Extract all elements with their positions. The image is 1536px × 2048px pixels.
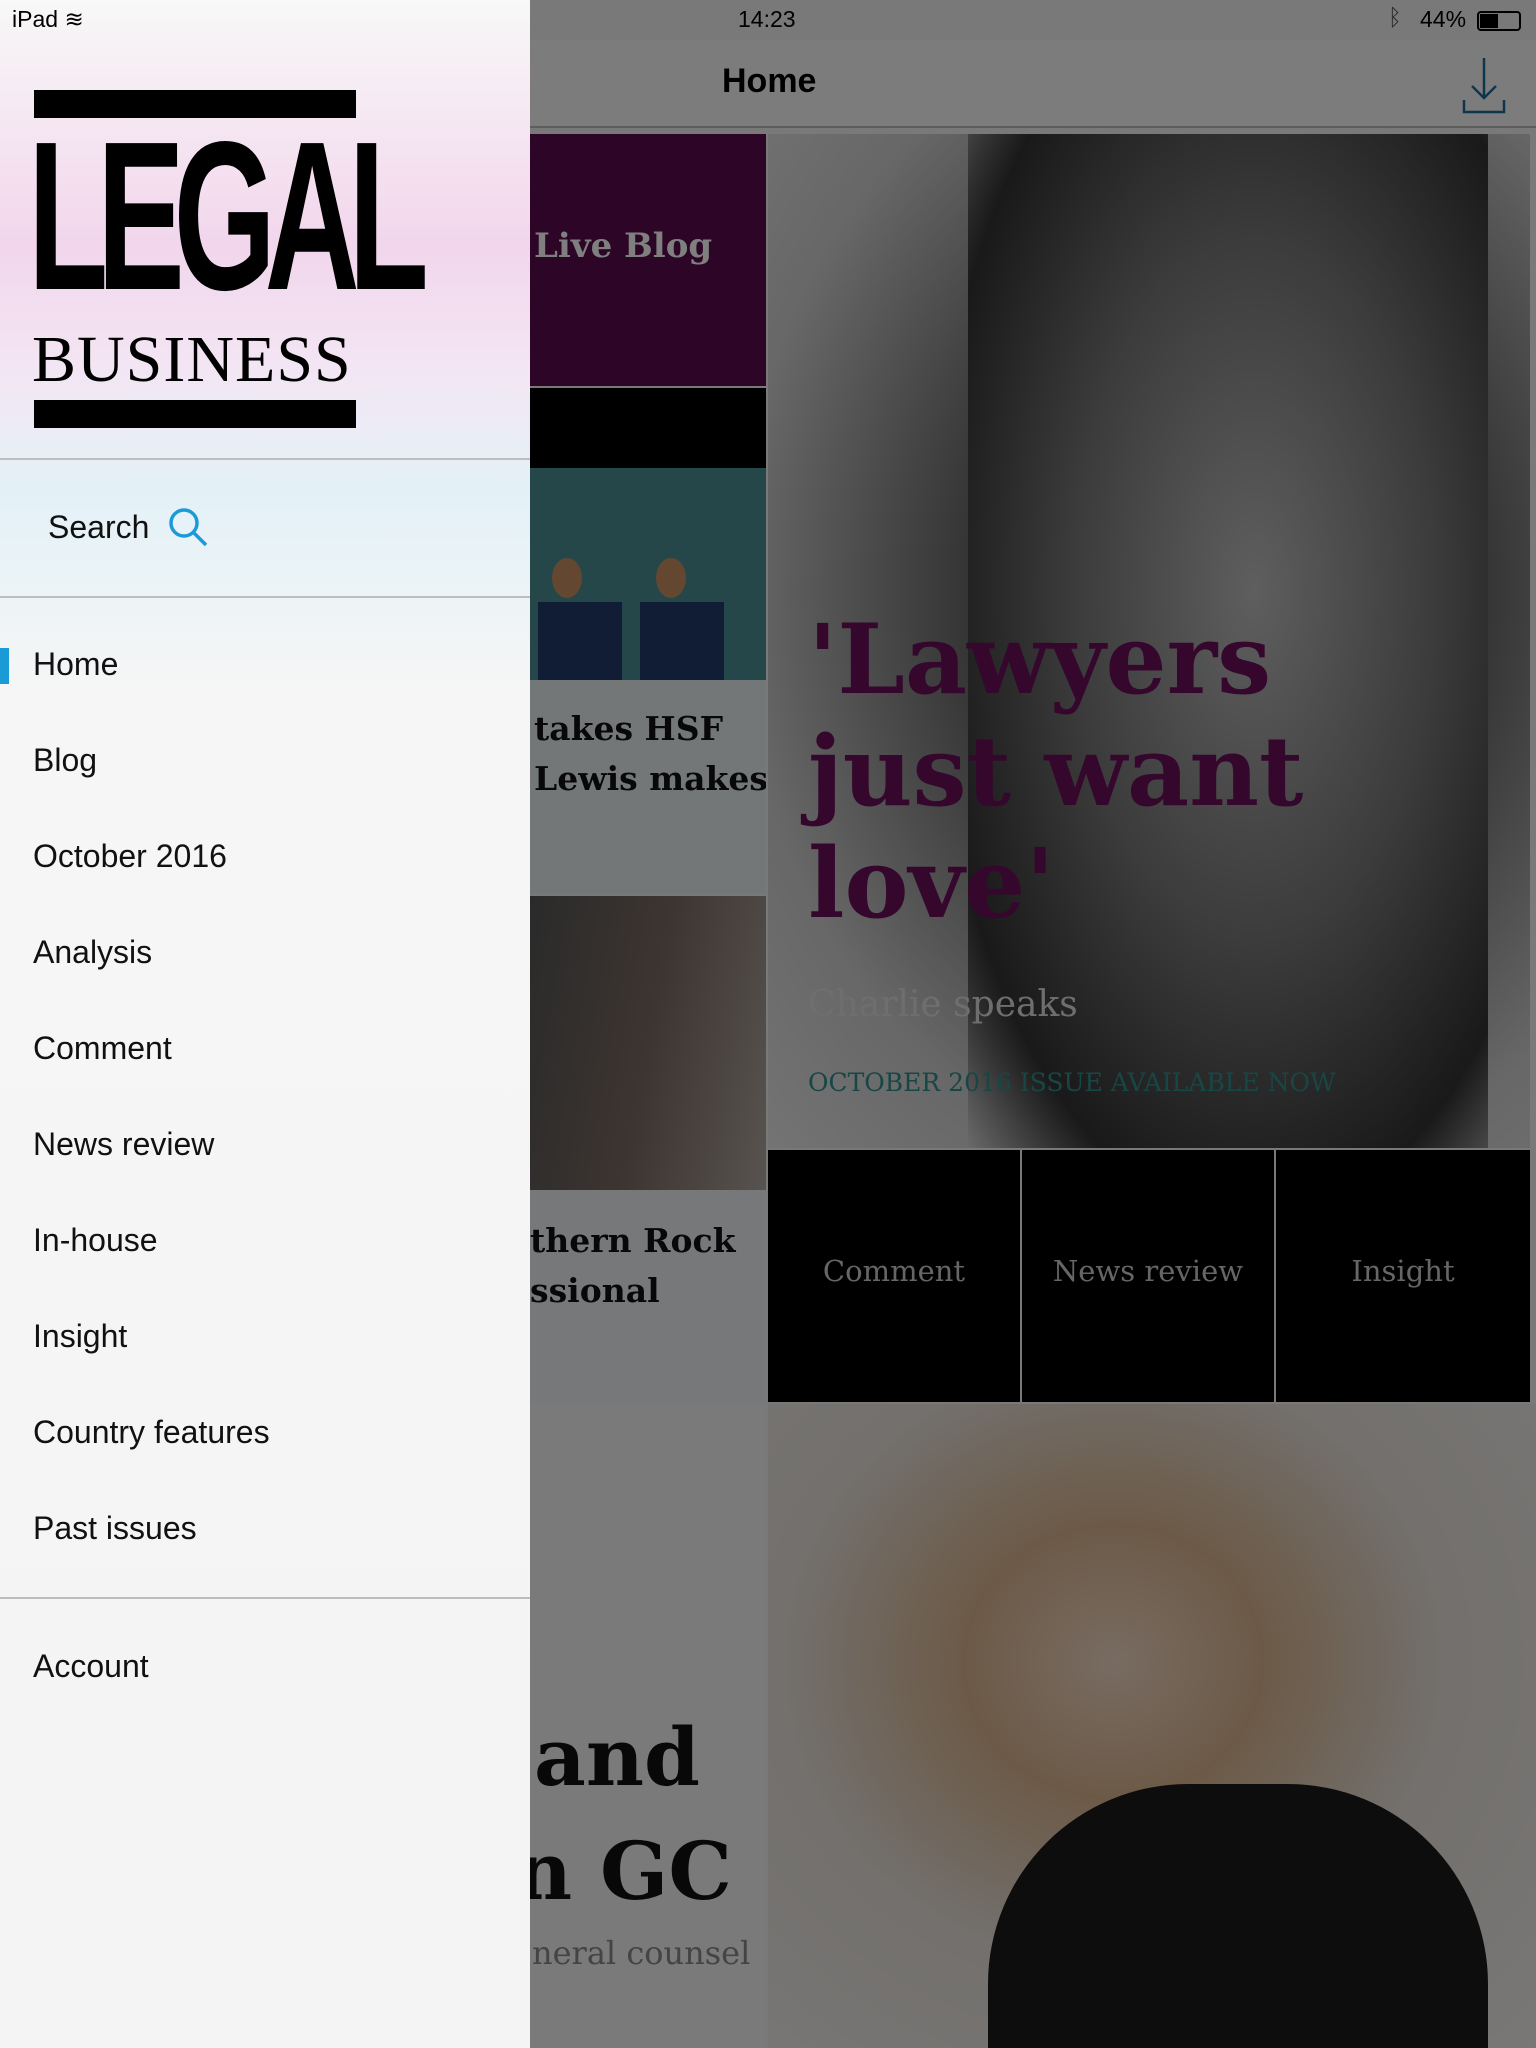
divider (0, 1597, 530, 1599)
menu-item-past-issues[interactable]: Past issues (33, 1510, 197, 1547)
menu-item-home[interactable]: Home (33, 646, 118, 683)
section-tile-insight[interactable]: Insight (1276, 1150, 1530, 1402)
section-label: News review (1052, 1254, 1244, 1288)
headline-line: and (534, 1710, 700, 1804)
portrait-photo (988, 1784, 1488, 2048)
live-blog-tile[interactable]: Live Blog (530, 134, 766, 386)
clock: 14:23 (738, 6, 796, 32)
headline-line: takes HSF (534, 709, 723, 748)
battery-icon (1477, 11, 1521, 31)
headline-line: just want (808, 715, 1304, 828)
legal-business-logo[interactable]: LEGAL BUSINESS (28, 90, 429, 428)
bluetooth-icon: ᛒ (1388, 4, 1402, 30)
status-device: iPad ≋ (12, 6, 84, 33)
search-button[interactable]: Search (48, 506, 209, 548)
page-title: Home (722, 62, 817, 100)
headline-line: Lewis makes (534, 759, 766, 798)
active-indicator (0, 648, 9, 684)
section-label: Comment (822, 1254, 966, 1288)
logo-bottom: BUSINESS (32, 323, 352, 396)
hero-subtitle: Charlie speaks (808, 984, 1078, 1025)
menu-item-country-features[interactable]: Country features (33, 1414, 270, 1451)
menu-item-news-review[interactable]: News review (33, 1126, 214, 1163)
story-tile[interactable]: takes HSF Lewis makes (530, 388, 766, 894)
story-headline: and n GC (530, 1700, 732, 1928)
portrait-tile[interactable] (768, 1404, 1536, 2048)
wifi-icon: ≋ (64, 6, 84, 32)
headline-line: n GC (530, 1824, 733, 1918)
device-label: iPad (12, 6, 59, 32)
story-headline: takes HSF Lewis makes (534, 704, 766, 804)
hero-headline: 'Lawyers just want love' (808, 604, 1303, 940)
menu-item-october-2016[interactable]: October 2016 (33, 838, 227, 875)
section-tile-news-review[interactable]: News review (1022, 1150, 1274, 1402)
story-tile[interactable]: and n GC neral counsel (530, 1404, 766, 2048)
menu-item-insight[interactable]: Insight (33, 1318, 127, 1355)
menu-item-comment[interactable]: Comment (33, 1030, 172, 1067)
section-label: Insight (1351, 1254, 1455, 1288)
headline-line: love' (808, 827, 1055, 940)
search-label: Search (48, 508, 150, 545)
divider (0, 596, 530, 598)
menu-item-analysis[interactable]: Analysis (33, 934, 152, 971)
side-drawer: iPad ≋ LEGAL BUSINESS Search Home Blog O… (0, 0, 530, 2048)
hero-tile[interactable]: 'Lawyers just want love' Charlie speaks … (768, 134, 1530, 1148)
menu-item-blog[interactable]: Blog (33, 742, 97, 779)
menu-item-in-house[interactable]: In-house (33, 1222, 158, 1259)
search-icon (169, 508, 208, 547)
section-tile-comment[interactable]: Comment (768, 1150, 1020, 1402)
building-photo (530, 896, 766, 1190)
headline-line: ssional (530, 1271, 660, 1310)
story-subtitle: neral counsel (532, 1934, 751, 1972)
divider (0, 458, 530, 460)
headline-line: 'Lawyers (808, 603, 1272, 716)
story-headline: thern Rock ssional (530, 1216, 736, 1316)
live-blog-label: Live Blog (534, 226, 713, 266)
headline-line: thern Rock (530, 1221, 736, 1260)
download-icon[interactable] (1462, 56, 1506, 114)
logo-top: LEGAL (28, 97, 429, 334)
menu-item-account[interactable]: Account (33, 1648, 149, 1685)
issue-cta[interactable]: OCTOBER 2016 ISSUE AVAILABLE NOW (808, 1068, 1336, 1097)
battery-percent: 44% (1420, 6, 1467, 32)
story-tile[interactable]: thern Rock ssional (530, 896, 766, 1402)
